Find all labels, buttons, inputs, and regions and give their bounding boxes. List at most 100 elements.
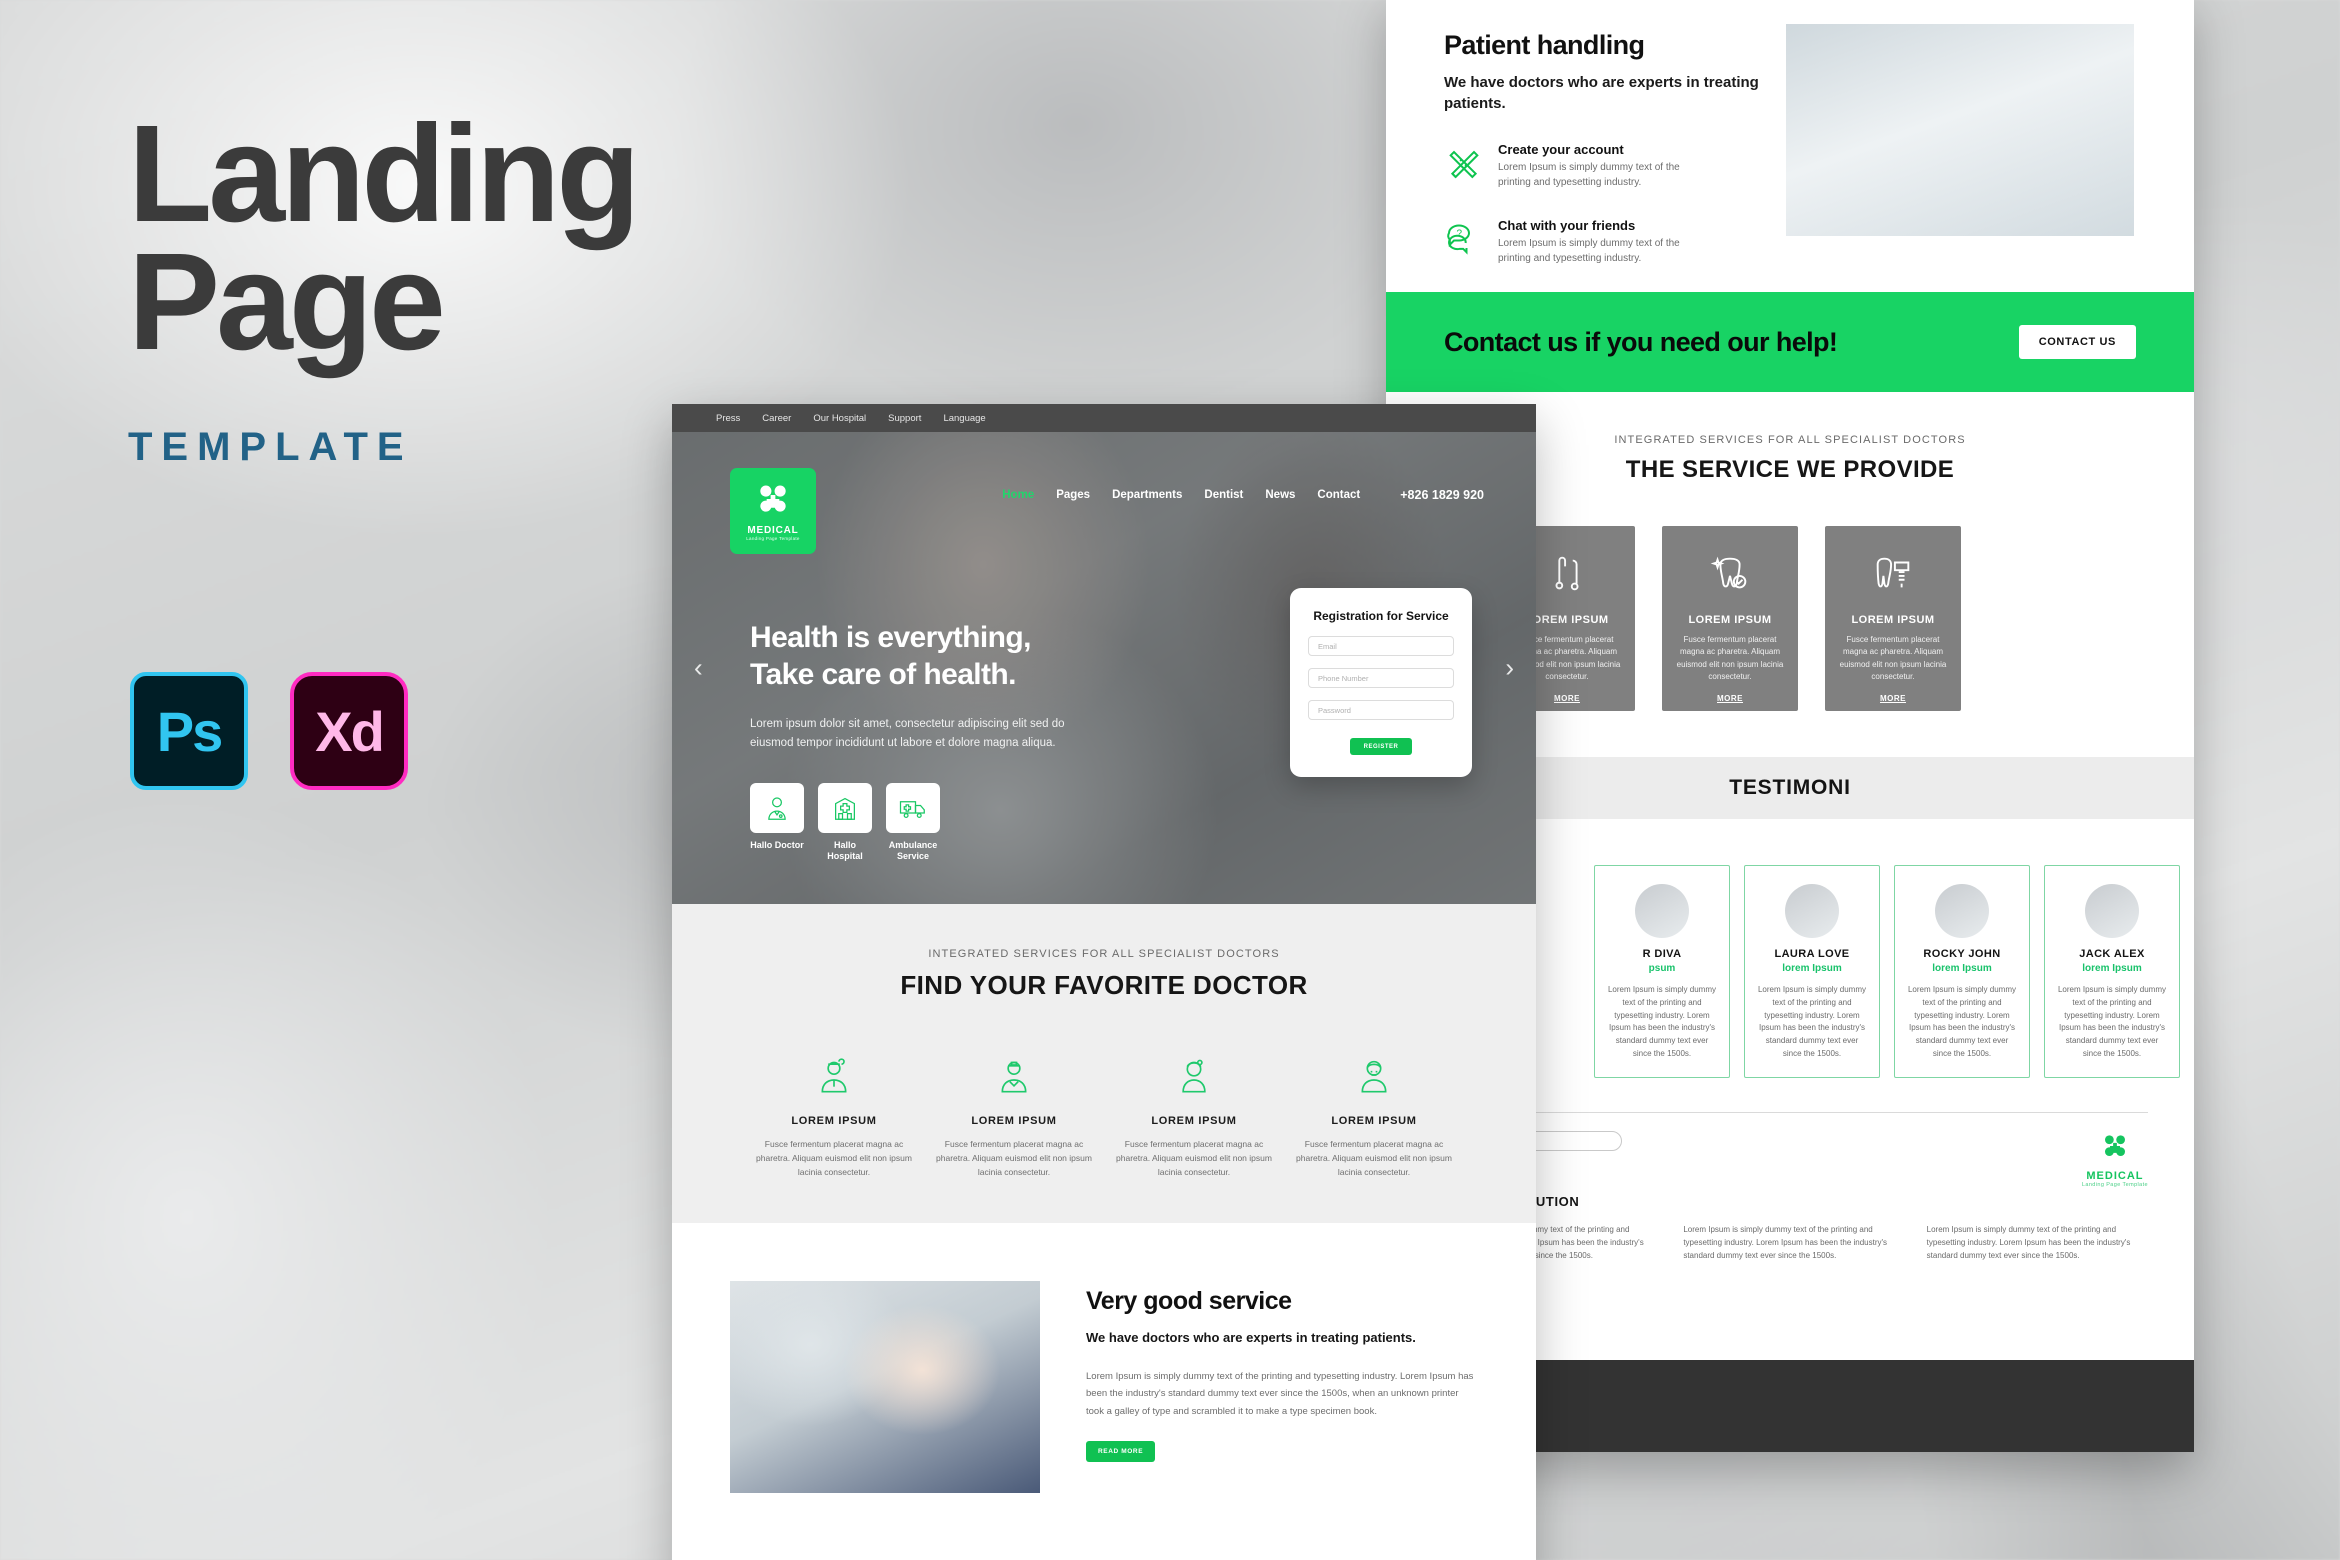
hero-chip[interactable]: Ambulance Service [886, 783, 940, 863]
very-good-service-section: Very good service We have doctors who ar… [672, 1223, 1536, 1494]
logo-name: MEDICAL [747, 525, 799, 536]
patient-handling-photo [1786, 24, 2134, 236]
service-more-link[interactable]: MORE [1880, 694, 1906, 703]
testimonial-card[interactable]: JACK ALEX lorem Ipsum Lorem Ipsum is sim… [2044, 865, 2180, 1078]
hero-chip[interactable]: Hallo Hospital [818, 783, 872, 863]
doctor-card[interactable]: LOREM IPSUM Fusce fermentum placerat mag… [753, 1049, 915, 1179]
medical-cross-logo-icon [760, 485, 786, 512]
testimonial-role: lorem Ipsum [1932, 963, 1992, 974]
doctor-card-text: Fusce fermentum placerat magna ac pharet… [756, 1139, 912, 1178]
footer-column-text: Lorem Ipsum is simply dummy text of the … [1683, 1224, 1888, 1261]
hospital-icon [818, 783, 872, 834]
logo-tagline: Landing Page Template [746, 536, 800, 541]
nurse-icon [1113, 1049, 1275, 1101]
medical-cross-logo-icon [2104, 1135, 2125, 1156]
nav-item-home[interactable]: Home [1002, 489, 1034, 501]
page-title-line1: Landing [128, 97, 641, 251]
find-doctor-title: FIND YOUR FAVORITE DOCTOR [900, 970, 1308, 1000]
topbar-link-career[interactable]: Career [762, 413, 791, 424]
topbar-link-language[interactable]: Language [943, 413, 985, 424]
doctor-card-text: Fusce fermentum placerat magna ac pharet… [1296, 1139, 1452, 1178]
contact-cta-banner: Contact us if you need our help! CONTACT… [1386, 292, 2194, 392]
topbar-link-press[interactable]: Press [716, 413, 740, 424]
feature-title: Create your account [1498, 142, 1624, 157]
footer-column-text: Lorem Ipsum is simply dummy text of the … [1926, 1224, 2131, 1261]
topbar-link-support[interactable]: Support [888, 413, 921, 424]
main-nav: Home Pages Departments Dentist News Cont… [1002, 488, 1484, 502]
nav-item-news[interactable]: News [1265, 489, 1295, 501]
feature-text: Lorem Ipsum is simply dummy text of the … [1498, 238, 1680, 264]
vgs-body: Lorem Ipsum is simply dummy text of the … [1086, 1370, 1474, 1418]
page-subtitle: TEMPLATE [128, 424, 413, 469]
avatar [2085, 884, 2139, 938]
service-card-title: LOREM IPSUM [1688, 614, 1772, 626]
nav-item-dentist[interactable]: Dentist [1204, 489, 1243, 501]
svg-text:?: ? [1457, 228, 1463, 239]
testimonial-card[interactable]: LAURA LOVE lorem Ipsum Lorem Ipsum is si… [1744, 865, 1880, 1078]
service-card[interactable]: LOREM IPSUM Fusce fermentum placerat mag… [1662, 526, 1798, 711]
medical-solution-title: MEDICAL SOLUTION [1440, 1193, 1580, 1209]
doctor-male-icon [753, 1049, 915, 1101]
email-field[interactable]: Email [1308, 636, 1454, 657]
find-doctor-eyebrow: INTEGRATED SERVICES FOR ALL SPECIALIST D… [928, 948, 1280, 960]
app-icon-group: Ps Xd [130, 672, 408, 790]
testimonial-card[interactable]: ROCKY JOHN lorem Ipsum Lorem Ipsum is si… [1894, 865, 2030, 1078]
nav-item-pages[interactable]: Pages [1056, 489, 1090, 501]
register-button[interactable]: REGISTER [1350, 738, 1412, 756]
doctor-card-title: LOREM IPSUM [1151, 1115, 1237, 1127]
testimonial-text: Lorem Ipsum is simply dummy text of the … [1607, 985, 1717, 1058]
doctor-card[interactable]: LOREM IPSUM Fusce fermentum placerat mag… [1113, 1049, 1275, 1179]
hero-chip[interactable]: Hallo Doctor [750, 783, 804, 863]
nav-item-contact[interactable]: Contact [1317, 489, 1360, 501]
contact-us-button[interactable]: CONTACT US [2018, 325, 2136, 359]
center-mockup-panel: Press Career Our Hospital Support Langua… [672, 404, 1536, 1560]
phone-field[interactable]: Phone Number [1308, 668, 1454, 689]
avatar [1785, 884, 1839, 938]
doctor-card-title: LOREM IPSUM [1331, 1115, 1417, 1127]
site-logo[interactable]: MEDICAL Landing Page Template [730, 468, 816, 554]
service-card-text: Fusce fermentum placerat magna ac pharet… [1839, 635, 1947, 682]
doctor-card-title: LOREM IPSUM [791, 1115, 877, 1127]
photoshop-icon: Ps [130, 672, 248, 790]
hero-section: MEDICAL Landing Page Template Home Pages… [672, 432, 1536, 904]
feature-title: Chat with your friends [1498, 218, 1636, 233]
testimoni-title: TESTIMONI [1729, 776, 1851, 799]
doctor-card[interactable]: LOREM IPSUM Fusce fermentum placerat mag… [1293, 1049, 1455, 1179]
hero-title-line2: Take care of health. [750, 657, 1016, 691]
testimonial-role: lorem Ipsum [1782, 963, 1842, 974]
patient-handling-subtitle: We have doctors who are experts in treat… [1444, 74, 1759, 112]
testimonial-role: lorem Ipsum [2082, 963, 2142, 974]
password-field[interactable]: Password [1308, 700, 1454, 721]
read-more-button[interactable]: READ MORE [1086, 1440, 1156, 1462]
service-more-link[interactable]: MORE [1554, 694, 1580, 703]
nav-item-departments[interactable]: Departments [1112, 489, 1182, 501]
testimonial-text: Lorem Ipsum is simply dummy text of the … [1757, 985, 1867, 1058]
doctor-card-title: LOREM IPSUM [971, 1115, 1057, 1127]
header-phone-number[interactable]: +826 1829 920 [1400, 488, 1484, 502]
carousel-next-arrow[interactable]: › [1505, 653, 1514, 684]
utility-topbar: Press Career Our Hospital Support Langua… [672, 404, 1536, 432]
hero-title-line1: Health is everything, [750, 621, 1031, 654]
vgs-title: Very good service [1086, 1287, 1292, 1316]
ambulance-icon [886, 783, 940, 834]
tooth-implant-icon [1837, 546, 1949, 602]
adobe-xd-icon: Xd [290, 672, 408, 790]
testimonial-text: Lorem Ipsum is simply dummy text of the … [1907, 985, 2017, 1058]
feature-item: Create your account Lorem Ipsum is simpl… [1444, 142, 1786, 190]
footer-brand: MEDICAL Landing Page Template [2082, 1131, 2148, 1188]
patient-handling-title: Patient handling [1444, 30, 1645, 60]
doctor-card[interactable]: LOREM IPSUM Fusce fermentum placerat mag… [933, 1049, 1095, 1179]
footer-brand-tagline: Landing Page Template [2081, 1181, 2148, 1188]
registration-form: Registration for Service Email Phone Num… [1290, 588, 1472, 778]
service-card-text: Fusce fermentum placerat magna ac pharet… [1676, 635, 1784, 682]
surgeon-icon [933, 1049, 1095, 1101]
carousel-prev-arrow[interactable]: ‹ [694, 653, 703, 684]
tooth-check-icon [1674, 546, 1786, 602]
topbar-link-our-hospital[interactable]: Our Hospital [813, 413, 866, 424]
testimonial-name: R DIVA [1642, 948, 1682, 960]
testimonial-card[interactable]: R DIVA psum Lorem Ipsum is simply dummy … [1594, 865, 1730, 1078]
service-card[interactable]: LOREM IPSUM Fusce fermentum placerat mag… [1825, 526, 1961, 711]
doctor-card-text: Fusce fermentum placerat magna ac pharet… [936, 1139, 1092, 1178]
service-more-link[interactable]: MORE [1717, 694, 1743, 703]
testimonial-name: JACK ALEX [2079, 948, 2145, 960]
